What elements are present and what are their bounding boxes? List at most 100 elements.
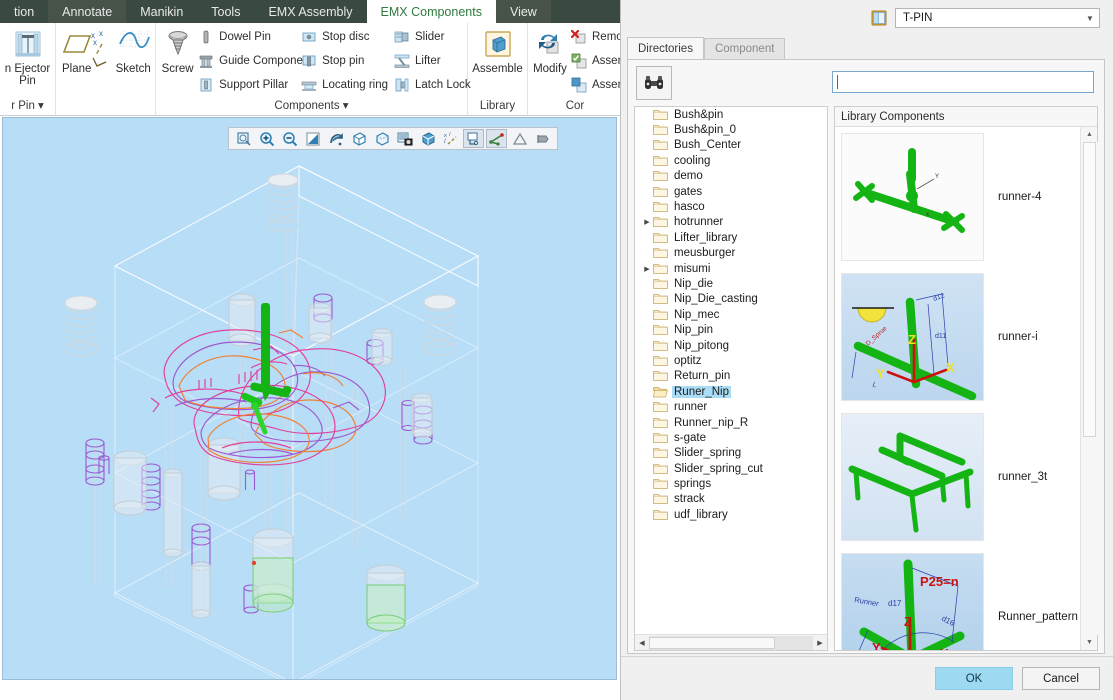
locating-ring-button[interactable]: Locating ring [298,73,391,97]
tree-item-bush-pin[interactable]: Bush&pin [635,107,827,122]
datum-plane-display-icon[interactable] [463,129,484,148]
tree-item-bush-pin-0[interactable]: Bush&pin_0 [635,122,827,137]
folder-icon [653,186,668,198]
datum-point-display-icon[interactable] [486,129,507,148]
list-item[interactable]: P25=n Runner d17 d16 d0 Z [835,547,1081,650]
modify-label: Modify [533,63,567,75]
search-input[interactable] [832,71,1094,93]
tree-item-label: Nip_pin [674,324,713,337]
zoom-in-icon[interactable] [256,129,277,148]
list-item[interactable]: d12 d11 D_Sprue L Z Y X runner-i [835,267,1081,407]
tree-item-meusburger[interactable]: meusburger [635,246,827,261]
library-vertical-scrollbar[interactable]: ▲ ▼ [1080,127,1098,650]
graphics-viewport[interactable] [2,117,617,680]
chevron-right-icon[interactable]: ▶ [641,218,653,226]
tree-item-lifter-library[interactable]: Lifter_library [635,230,827,245]
ribbon-group-title: r Pin ▾ [11,100,44,112]
repaint-icon[interactable] [302,129,323,148]
tree-item-cooling[interactable]: cooling [635,153,827,168]
tree-item-udf-library[interactable]: udf_library [635,507,827,522]
chevron-down-icon[interactable]: ▼ [1081,9,1099,27]
remove-component-button[interactable]: Remov [568,25,620,49]
tree-item-demo[interactable]: demo [635,169,827,184]
list-item[interactable]: Y x runner-4 [835,127,1081,267]
assembly-green-button[interactable]: Assem [568,49,620,73]
runner-pattern-thumb: P25=n Runner d17 d16 d0 Z [841,553,984,650]
datum-coord-display-icon[interactable] [509,129,530,148]
ribbon-tab-annotate[interactable]: Annotate [48,0,127,23]
slider-label: Slider [415,31,445,43]
tree-item-optitz[interactable]: optitz [635,353,827,368]
tree-item-strack[interactable]: strack [635,492,827,507]
tree-item-return-pin[interactable]: Return_pin [635,369,827,384]
display-style-hidden-icon[interactable] [371,129,392,148]
stop-disc-button[interactable]: Stop disc [298,25,391,49]
ribbon-tab-tools[interactable]: Tools [197,0,254,23]
ok-button[interactable]: OK [935,667,1013,690]
display-style-shaded-icon[interactable] [348,129,369,148]
tree-item-springs[interactable]: springs [635,476,827,491]
scroll-up-icon[interactable]: ▲ [1081,127,1098,142]
tree-item-runer-nip[interactable]: Runer_Nip [635,384,827,399]
ribbon-tab-tion[interactable]: tion [0,0,48,23]
directory-tree[interactable]: Bush&pin Bush&pin_0 Bush_Center cooling demo… [634,106,828,651]
tree-item-slider-spring-cut[interactable]: Slider_spring_cut [635,461,827,476]
ejector-pin-button[interactable]: n Ejector Pin [4,25,51,87]
datum-point-button[interactable]: x x x [91,25,115,67]
saved-view-icon[interactable] [394,129,415,148]
scroll-left-icon[interactable]: ◀ [635,636,649,650]
scroll-down-icon[interactable]: ▼ [1081,635,1098,650]
spin-center-icon[interactable] [325,129,346,148]
tree-hscroll-thumb[interactable] [649,636,775,649]
ribbon-tab-view[interactable]: View [495,0,551,23]
assembly-blue-button[interactable]: Assem [568,73,620,97]
search-row [628,60,1104,106]
chevron-right-icon[interactable]: ▶ [641,265,653,273]
dowel-pin-button[interactable]: Dowel Pin [195,25,298,49]
guide-component-button[interactable]: Guide Component [195,49,312,73]
modify-button[interactable]: Modify [532,25,568,75]
svg-text:Z: Z [908,332,916,347]
list-item[interactable]: runner_3t [835,407,1081,547]
tree-item-nip-pitong[interactable]: Nip_pitong [635,338,827,353]
tree-horizontal-scrollbar[interactable]: ◀ ▶ [635,634,827,650]
component-type-select[interactable]: T-PIN ▼ [895,8,1100,28]
tab-component[interactable]: Component [703,38,786,59]
scroll-right-icon[interactable]: ▶ [813,636,827,650]
tree-item-nip-pin[interactable]: Nip_pin [635,322,827,337]
latch-lock-button[interactable]: Latch Lock [391,73,471,97]
ribbon-tab-emx-components[interactable]: EMX Components [366,0,496,23]
tree-item-s-gate[interactable]: s-gate [635,430,827,445]
slider-button[interactable]: Slider [391,25,463,49]
zoom-fit-icon[interactable] [233,129,254,148]
stop-pin-button[interactable]: Stop pin [298,49,391,73]
lifter-button[interactable]: Lifter [391,49,463,73]
tree-hscroll-track[interactable] [649,635,813,650]
cancel-button[interactable]: Cancel [1022,667,1100,690]
zoom-out-icon[interactable] [279,129,300,148]
annotation-display-icon[interactable] [532,129,553,148]
tree-item-runner-nip-r[interactable]: Runner_nip_R [635,415,827,430]
tree-item-nip-mec[interactable]: Nip_mec [635,307,827,322]
ribbon-tab-emx-assembly[interactable]: EMX Assembly [254,0,366,23]
tree-item-gates[interactable]: gates [635,184,827,199]
tree-item-nip-die[interactable]: Nip_die [635,276,827,291]
assemble-button[interactable]: Assemble [472,25,523,75]
tree-item-bush-center[interactable]: Bush_Center [635,138,827,153]
library-vscroll-thumb[interactable] [1083,142,1096,437]
tab-directories[interactable]: Directories [627,37,704,59]
ribbon-tab-manikin[interactable]: Manikin [126,0,197,23]
support-pillar-button[interactable]: Support Pillar [195,73,298,97]
tree-item-misumi[interactable]: ▶ misumi [635,261,827,276]
tree-item-nip-die-casting[interactable]: Nip_Die_casting [635,292,827,307]
binoculars-icon[interactable] [636,66,672,100]
sketch-button[interactable]: Sketch [115,25,151,75]
tree-item-hasco[interactable]: hasco [635,199,827,214]
tree-item-hotrunner[interactable]: ▶ hotrunner [635,215,827,230]
datum-axis-display-icon[interactable]: x / / [440,129,461,148]
tree-item-runner[interactable]: runner [635,399,827,414]
screw-button[interactable]: Screw [160,25,195,75]
tree-item-slider-spring[interactable]: Slider_spring [635,446,827,461]
library-vscroll-track[interactable] [1081,142,1098,635]
perspective-view-icon[interactable] [417,129,438,148]
